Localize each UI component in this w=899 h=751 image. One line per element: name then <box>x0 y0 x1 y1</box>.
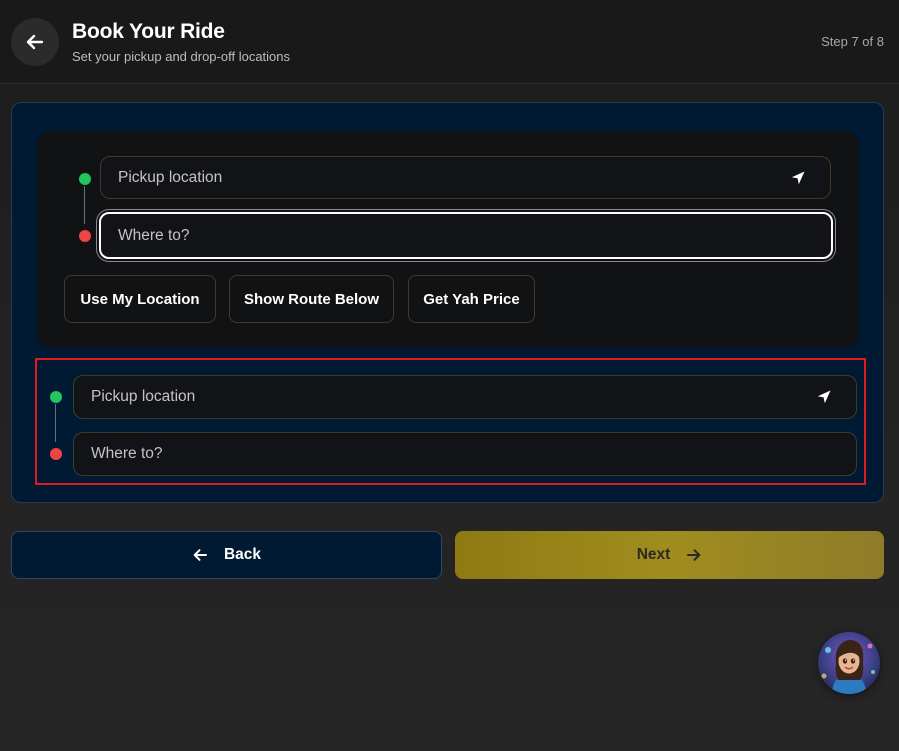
secondary-dropoff-input[interactable]: Where to? <box>73 432 857 476</box>
navigation-arrow-icon[interactable] <box>790 170 806 186</box>
pickup-input[interactable]: Pickup location <box>100 156 831 199</box>
secondary-dropoff-placeholder: Where to? <box>91 445 163 462</box>
primary-location-card: Pickup location Where to? Use My Locatio… <box>37 131 859 348</box>
dropoff-dot-icon <box>79 230 91 242</box>
pickup-dot-icon <box>50 391 62 403</box>
show-route-below-button[interactable]: Show Route Below <box>229 275 394 323</box>
arrow-left-icon <box>193 549 207 561</box>
next-button-label: Next <box>636 546 671 563</box>
secondary-pickup-placeholder: Pickup location <box>91 388 196 405</box>
header-back-button[interactable] <box>11 18 59 66</box>
top-header: Book Your Ride Set your pickup and drop-… <box>0 0 899 84</box>
dropoff-input[interactable]: Where to? <box>99 212 833 259</box>
pickup-dot-icon <box>79 173 91 185</box>
assistant-avatar-image <box>818 632 880 694</box>
back-button-label: Back <box>223 546 262 563</box>
secondary-pickup-input[interactable]: Pickup location <box>73 375 857 419</box>
arrow-right-icon <box>687 549 701 561</box>
step-indicator: Step 7 of 8 <box>821 34 884 49</box>
dropoff-dot-icon <box>50 448 62 460</box>
use-my-location-button[interactable]: Use My Location <box>64 275 216 323</box>
navigation-arrow-icon[interactable] <box>816 389 832 405</box>
route-connector <box>84 186 85 224</box>
pickup-placeholder: Pickup location <box>118 168 223 186</box>
location-panel: Pickup location Where to? Use My Locatio… <box>11 102 884 503</box>
dropoff-placeholder: Where to? <box>118 226 190 244</box>
page-title: Book Your Ride <box>72 20 225 43</box>
get-price-button[interactable]: Get Yah Price <box>408 275 535 323</box>
route-connector <box>55 404 56 442</box>
back-button[interactable]: Back <box>11 531 442 579</box>
arrow-left-icon <box>26 34 44 50</box>
page-subtitle: Set your pickup and drop-off locations <box>72 49 291 64</box>
secondary-location-block: Pickup location Where to? <box>35 358 866 485</box>
next-button[interactable]: Next <box>455 531 884 579</box>
assistant-avatar[interactable] <box>818 632 880 694</box>
